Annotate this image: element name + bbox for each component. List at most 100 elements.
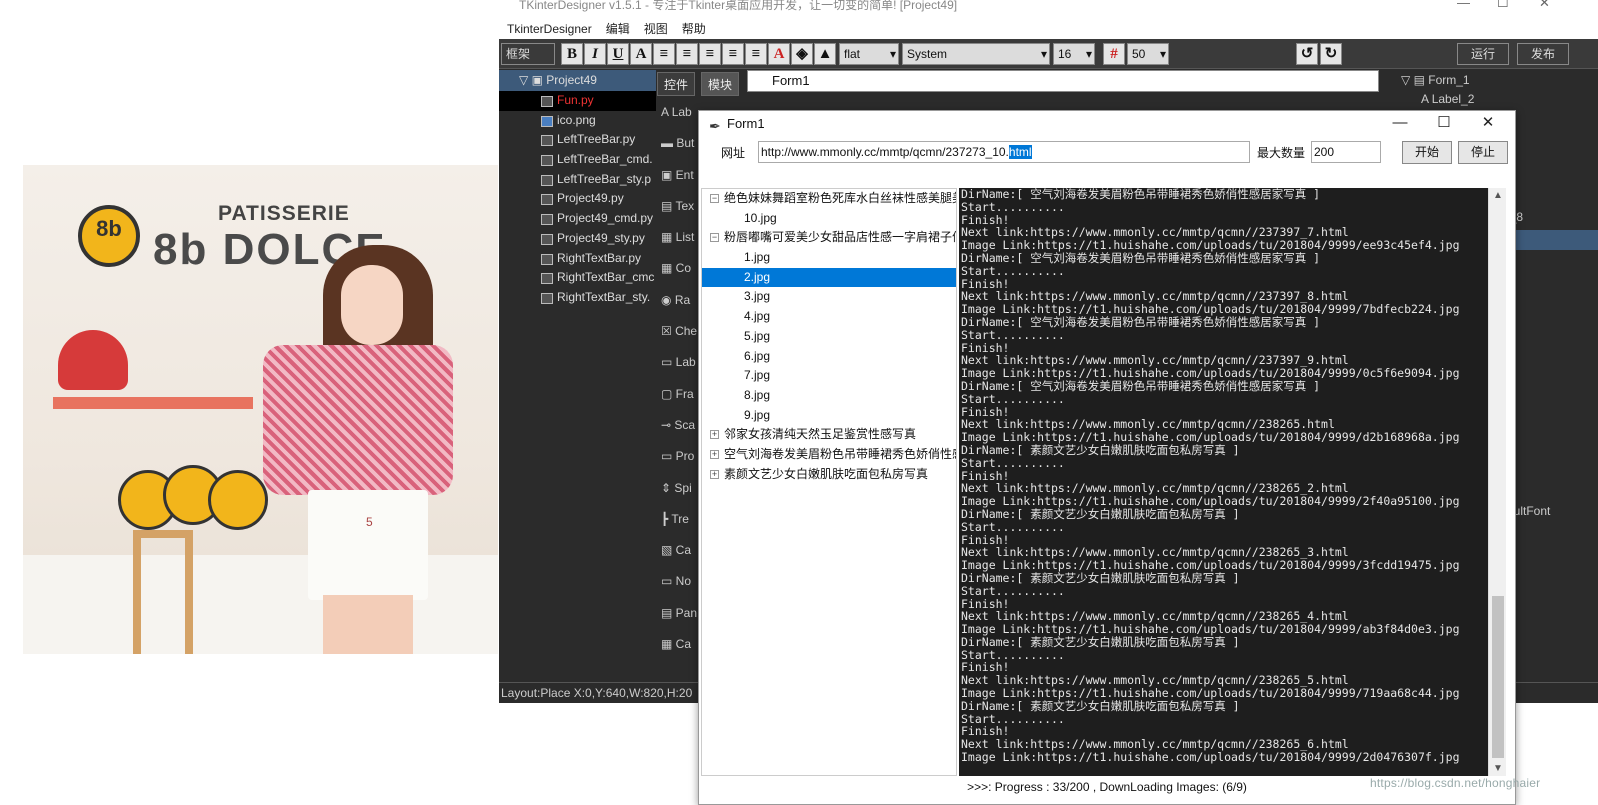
file-item[interactable]: LeftTreeBar_cmd. [499, 150, 656, 170]
close-icon[interactable]: ✕ [1466, 111, 1510, 137]
tree-album-item[interactable]: + 素颜文艺少女白嫩肌肤吃面包私房写真 [702, 465, 956, 485]
palette-item[interactable]: ▣ Ent [657, 160, 697, 191]
palette-item[interactable]: ▧ Ca [657, 535, 697, 566]
file-item[interactable]: Fun.py [499, 91, 656, 111]
palette-item[interactable]: ▬ But [657, 128, 697, 159]
expand-icon[interactable]: + [710, 469, 719, 479]
palette-item[interactable]: ▦ Co [657, 253, 697, 284]
file-item[interactable]: Project49_cmd.py [499, 209, 656, 229]
bold-icon[interactable]: B [561, 43, 583, 65]
file-item[interactable]: LeftTreeBar_sty.p [499, 170, 656, 190]
palette-item[interactable]: ▢ Fra [657, 379, 697, 410]
frame-select[interactable]: 框架 [501, 43, 555, 65]
tab-widgets[interactable]: 控件 [657, 72, 696, 96]
font-size-select[interactable]: 16 ▾ [1053, 43, 1095, 65]
tab-modules[interactable]: 模块 [701, 72, 740, 96]
url-input[interactable]: http://www.mmonly.cc/mmtp/qcmn/237273_10… [758, 141, 1250, 163]
project-root[interactable]: ▽ ▣ Project49 [499, 70, 656, 91]
log-console[interactable]: DirName:[ 空气刘海卷发美眉粉色吊带睡裙秀色娇俏性感居家写真 ] Star… [959, 188, 1506, 776]
tree-image-item[interactable]: 8.jpg [702, 386, 956, 406]
expand-icon[interactable]: + [710, 430, 719, 440]
tree-image-item[interactable]: 7.jpg [702, 366, 956, 386]
file-item[interactable]: Project49_sty.py [499, 229, 656, 249]
menu-edit[interactable]: 编辑 [606, 14, 630, 39]
font-color-icon[interactable]: A [768, 43, 790, 65]
run-button[interactable]: 运行 [1457, 43, 1509, 65]
tree-album-item[interactable]: + 邻家女孩清纯天然玉足鉴赏性感写真 [702, 425, 956, 445]
start-button[interactable]: 开始 [1402, 141, 1452, 164]
align-bottom-icon[interactable]: ≡ [745, 43, 767, 65]
tree-album-item[interactable]: − 绝色妹妹舞蹈室粉色死库水白丝袜性感美腿美 [702, 189, 956, 209]
minimize-icon[interactable]: — [1457, 0, 1470, 9]
menu-tkinterdesigner[interactable]: TkinterDesigner [507, 14, 592, 39]
log-line: Start.......... [961, 199, 1065, 214]
palette-item[interactable]: ▭ No [657, 566, 697, 597]
tree-image-item[interactable]: 9.jpg [702, 406, 956, 426]
palette-item[interactable]: ▦ Ca [657, 629, 697, 660]
file-item[interactable]: RightTextBar_sty. [499, 288, 656, 308]
align-top-icon[interactable]: ≡ [699, 43, 721, 65]
palette-item[interactable]: ▦ List [657, 222, 697, 253]
align-center-icon[interactable]: ≡ [676, 43, 698, 65]
max-count-input[interactable]: 200 [1311, 141, 1381, 163]
designer-form-tab[interactable]: Form1 [747, 70, 1379, 92]
tree-image-item[interactable]: 10.jpg [702, 209, 956, 229]
scroll-down-icon[interactable]: ▼ [1489, 763, 1507, 774]
underline-icon[interactable]: U [607, 43, 629, 65]
scrollbar-thumb[interactable] [1492, 596, 1504, 758]
stop-button[interactable]: 停止 [1458, 141, 1508, 164]
menu-help[interactable]: 帮助 [682, 14, 706, 39]
palette-item[interactable]: ⊸ Sca [657, 410, 697, 441]
tree-album-item[interactable]: − 粉唇嘟嘴可爱美少女甜品店性感一字肩裙子俏 [702, 228, 956, 248]
palette-item[interactable]: ┣ Tre [657, 504, 697, 535]
font-select[interactable]: System ▾ [902, 43, 1050, 65]
palette-item[interactable]: ▭ Pro [657, 441, 697, 472]
tree-image-item[interactable]: 1.jpg [702, 248, 956, 268]
tree-image-item[interactable]: 6.jpg [702, 347, 956, 367]
align-left-icon[interactable]: ≡ [653, 43, 675, 65]
object-item[interactable]: A Label_2 [1421, 92, 1474, 106]
collapse-icon[interactable]: − [710, 233, 719, 243]
palette-item[interactable]: ▤ Pan [657, 598, 697, 629]
file-item[interactable]: Project49.py [499, 189, 656, 209]
console-scrollbar[interactable]: ▲ ▼ [1488, 188, 1506, 776]
tree-album-item[interactable]: + 空气刘海卷发美眉粉色吊带睡裙秀色娇俏性感 [702, 445, 956, 465]
widget-icon: A [661, 105, 672, 119]
collapse-icon[interactable]: − [710, 194, 719, 203]
italic-icon[interactable]: I [584, 43, 606, 65]
tree-image-item[interactable]: 2.jpg [702, 267, 956, 288]
maximize-icon[interactable]: ☐ [1497, 0, 1509, 9]
file-item[interactable]: RightTextBar.py [499, 249, 656, 269]
scroll-up-icon[interactable]: ▲ [1489, 190, 1507, 201]
maximize-icon[interactable]: ☐ [1422, 111, 1466, 137]
close-icon[interactable]: ✕ [1539, 0, 1550, 9]
tree-image-item[interactable]: 3.jpg [702, 287, 956, 307]
grid-size-select[interactable]: 50 ▾ [1127, 43, 1169, 65]
file-item[interactable]: LeftTreeBar.py [499, 130, 656, 150]
minimize-icon[interactable]: — [1378, 111, 1422, 137]
menu-view[interactable]: 视图 [644, 14, 668, 39]
fill-color-icon[interactable]: ◈ [791, 43, 813, 65]
redo-icon[interactable]: ↻ [1320, 43, 1342, 65]
palette-item[interactable]: A Lab [657, 97, 697, 128]
undo-icon[interactable]: ↺ [1296, 43, 1318, 65]
palette-item[interactable]: ⇕ Spi [657, 473, 697, 504]
palette-item[interactable]: ☒ Che [657, 316, 697, 347]
expand-icon[interactable]: + [710, 449, 719, 459]
object-item[interactable]: ▽ ▤ Form_1 [1401, 73, 1470, 87]
file-item[interactable]: ico.png [499, 111, 656, 131]
image-icon[interactable]: ▲ [814, 43, 836, 65]
grid-icon[interactable]: # [1103, 43, 1125, 65]
form1-window: ✒ Form1 — ☐ ✕ 网址 http://www.mmonly.cc/mm… [698, 110, 1516, 805]
palette-item[interactable]: ▤ Tex [657, 191, 697, 222]
overstrike-icon[interactable]: A [630, 43, 652, 65]
tree-image-item[interactable]: 5.jpg [702, 327, 956, 347]
relief-select[interactable]: flat ▾ [839, 43, 899, 65]
tree-image-item[interactable]: 4.jpg [702, 307, 956, 327]
palette-item[interactable]: ◉ Ra [657, 285, 697, 316]
file-item[interactable]: RightTextBar_cmc [499, 268, 656, 288]
palette-item[interactable]: ▭ Lab [657, 347, 697, 378]
chevron-down-icon: ▾ [1040, 47, 1047, 61]
align-middle-icon[interactable]: ≡ [722, 43, 744, 65]
publish-button[interactable]: 发布 [1517, 43, 1569, 65]
